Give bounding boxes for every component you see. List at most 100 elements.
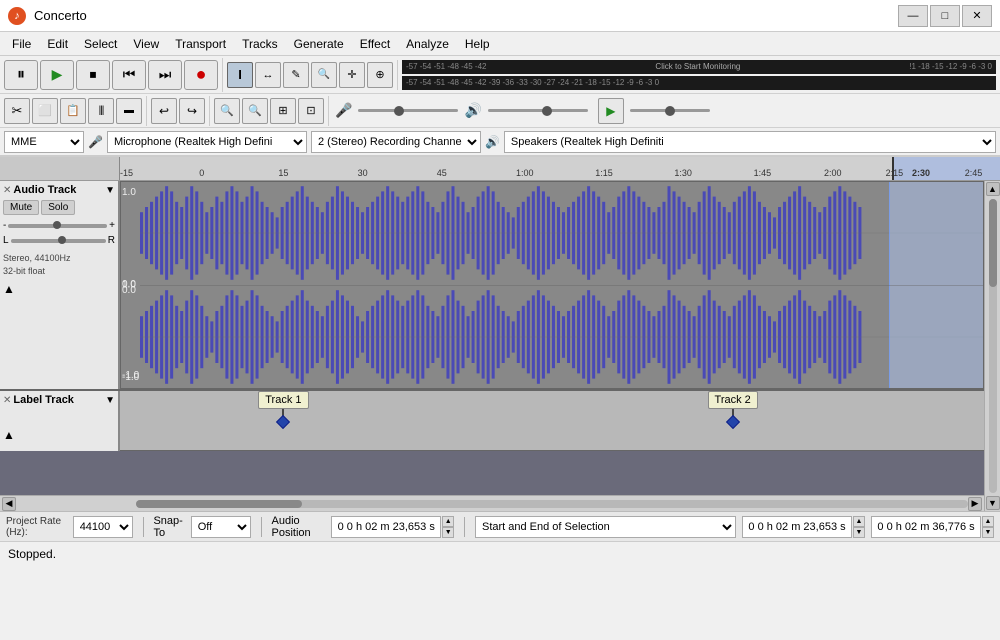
audio-track-collapse[interactable]: ▲ xyxy=(3,282,115,296)
timeline-ruler[interactable]: -15 0 15 30 45 1:00 1:15 1:30 1:45 2:00 … xyxy=(0,157,1000,181)
v-scroll-thumb[interactable] xyxy=(989,199,997,287)
position-down[interactable]: ▼ xyxy=(442,527,454,538)
maximize-button[interactable]: □ xyxy=(930,5,960,27)
scroll-down-button[interactable]: ▼ xyxy=(986,496,1000,510)
label-track-collapse[interactable]: ▲ xyxy=(3,428,115,442)
label-track-content[interactable]: Track 1 Track 2 xyxy=(120,391,984,450)
timeline-marks: -15 0 15 30 45 1:00 1:15 1:30 1:45 2:00 … xyxy=(120,157,1000,180)
label-diamond-1[interactable] xyxy=(276,415,290,429)
multi-tool[interactable]: ⊕ xyxy=(367,62,393,88)
scroll-thumb[interactable] xyxy=(136,500,302,508)
sel-start-down[interactable]: ▼ xyxy=(853,527,865,538)
label-track-name: Label Track xyxy=(13,394,103,406)
zoom-sel-button[interactable]: ⊞ xyxy=(270,98,296,124)
undo-button[interactable]: ↩ xyxy=(151,98,177,124)
skip-start-button[interactable]: ⏮ xyxy=(112,60,146,90)
label-diamond-2[interactable] xyxy=(726,415,740,429)
silence-button[interactable]: ▬ xyxy=(116,98,142,124)
label-track-close[interactable]: ✕ xyxy=(3,395,11,406)
play-button[interactable]: ▶ xyxy=(40,60,74,90)
separator-1 xyxy=(143,517,144,537)
output-device-select[interactable]: Speakers (Realtek High Definiti xyxy=(504,131,996,153)
redo-button[interactable]: ↪ xyxy=(179,98,205,124)
gain-slider[interactable] xyxy=(8,224,107,228)
label-marker-2[interactable]: Track 2 xyxy=(708,391,758,427)
project-rate-select[interactable]: 44100 xyxy=(73,516,133,538)
stop-button[interactable]: ⏹ xyxy=(76,60,110,90)
close-button[interactable]: ✕ xyxy=(962,5,992,27)
menu-file[interactable]: File xyxy=(4,35,39,53)
zoom-in-button[interactable]: 🔍 xyxy=(214,98,240,124)
trim-button[interactable]: ||| xyxy=(88,98,114,124)
speed-slider[interactable] xyxy=(630,109,710,112)
envelope-tool[interactable]: ↔ xyxy=(255,62,281,88)
audio-track-dropdown[interactable]: ▼ xyxy=(105,185,115,196)
channels-select[interactable]: 2 (Stereo) Recording Channels xyxy=(311,131,481,153)
v-scrollbar: ▲ ▼ xyxy=(984,181,1000,511)
menu-effect[interactable]: Effect xyxy=(352,35,398,53)
separator-2 xyxy=(261,517,262,537)
sel-start-input[interactable] xyxy=(742,516,852,538)
mute-button[interactable]: Mute xyxy=(3,200,39,215)
scroll-left-button[interactable]: ◀ xyxy=(2,497,16,511)
record-button[interactable]: ● xyxy=(184,60,218,90)
menu-edit[interactable]: Edit xyxy=(39,35,76,53)
skip-end-button[interactable]: ⏭ xyxy=(148,60,182,90)
host-select[interactable]: MME xyxy=(4,131,84,153)
timeshift-tool[interactable]: ✛ xyxy=(339,62,365,88)
menu-tracks[interactable]: Tracks xyxy=(234,35,286,53)
play-at-speed-button[interactable]: ▶ xyxy=(598,98,624,124)
audio-track-name: Audio Track xyxy=(13,184,103,196)
play-meter[interactable]: -57 -54 -51 -48 -45 -42 -39 -36 -33 -30 … xyxy=(402,76,996,90)
label-flag-1[interactable]: Track 1 xyxy=(258,391,308,409)
tools-section: I ↔ ✎ 🔍 ✛ ⊕ xyxy=(223,60,398,90)
pan-slider[interactable] xyxy=(11,239,106,243)
scroll-right-button[interactable]: ▶ xyxy=(968,497,982,511)
position-up[interactable]: ▲ xyxy=(442,516,454,527)
output-vol-slider[interactable] xyxy=(488,109,588,112)
selection-mode-select[interactable]: Start and End of Selection xyxy=(475,516,736,538)
sel-end-input[interactable] xyxy=(871,516,981,538)
wf-label-bot2: -1.0 xyxy=(122,370,139,381)
audio-track-content[interactable]: 1.0 0.0 -1.0 xyxy=(120,181,984,389)
wf-label-top: 1.0 xyxy=(122,187,136,198)
label-marker-1[interactable]: Track 1 xyxy=(258,391,308,427)
zoom-fit-button[interactable]: ⊡ xyxy=(298,98,324,124)
wf-mid-label: 0.0 xyxy=(122,285,136,296)
rec-meter[interactable]: -57 -54 -51 -48 -45 -42 Click to Start M… xyxy=(402,60,996,74)
sel-end-field: ▲ ▼ xyxy=(871,516,994,538)
solo-button[interactable]: Solo xyxy=(41,200,75,215)
h-scrollbar: ◀ ▶ xyxy=(0,495,984,511)
label-track-dropdown[interactable]: ▼ xyxy=(105,395,115,406)
empty-track-area xyxy=(0,451,984,495)
pan-row: L R xyxy=(3,235,115,246)
position-spinner: ▲ ▼ xyxy=(442,516,454,538)
menu-generate[interactable]: Generate xyxy=(286,35,352,53)
sel-end-down[interactable]: ▼ xyxy=(982,527,994,538)
selection-ruler-highlight xyxy=(894,157,1000,180)
audio-track-close[interactable]: ✕ xyxy=(3,185,11,196)
scroll-up-button[interactable]: ▲ xyxy=(986,182,1000,196)
draw-tool[interactable]: ✎ xyxy=(283,62,309,88)
menu-view[interactable]: View xyxy=(125,35,167,53)
minimize-button[interactable]: — xyxy=(898,5,928,27)
menu-analyze[interactable]: Analyze xyxy=(398,35,457,53)
audio-position-input[interactable] xyxy=(331,516,441,538)
ruler-mark-current: 2:30 xyxy=(912,168,930,178)
snap-select[interactable]: Off xyxy=(191,516,251,538)
copy-button[interactable]: ⬜ xyxy=(32,98,58,124)
menu-help[interactable]: Help xyxy=(457,35,498,53)
label-flag-2[interactable]: Track 2 xyxy=(708,391,758,409)
sel-end-up[interactable]: ▲ xyxy=(982,516,994,527)
select-tool[interactable]: I xyxy=(227,62,253,88)
pause-button[interactable]: ⏸ xyxy=(4,60,38,90)
cut-button[interactable]: ✂ xyxy=(4,98,30,124)
input-device-select[interactable]: Microphone (Realtek High Defini xyxy=(107,131,307,153)
zoom-tool[interactable]: 🔍 xyxy=(311,62,337,88)
paste-button[interactable]: 📋 xyxy=(60,98,86,124)
input-vol-slider[interactable] xyxy=(358,109,458,112)
menu-transport[interactable]: Transport xyxy=(167,35,234,53)
sel-start-up[interactable]: ▲ xyxy=(853,516,865,527)
zoom-out-button[interactable]: 🔍 xyxy=(242,98,268,124)
menu-select[interactable]: Select xyxy=(76,35,125,53)
